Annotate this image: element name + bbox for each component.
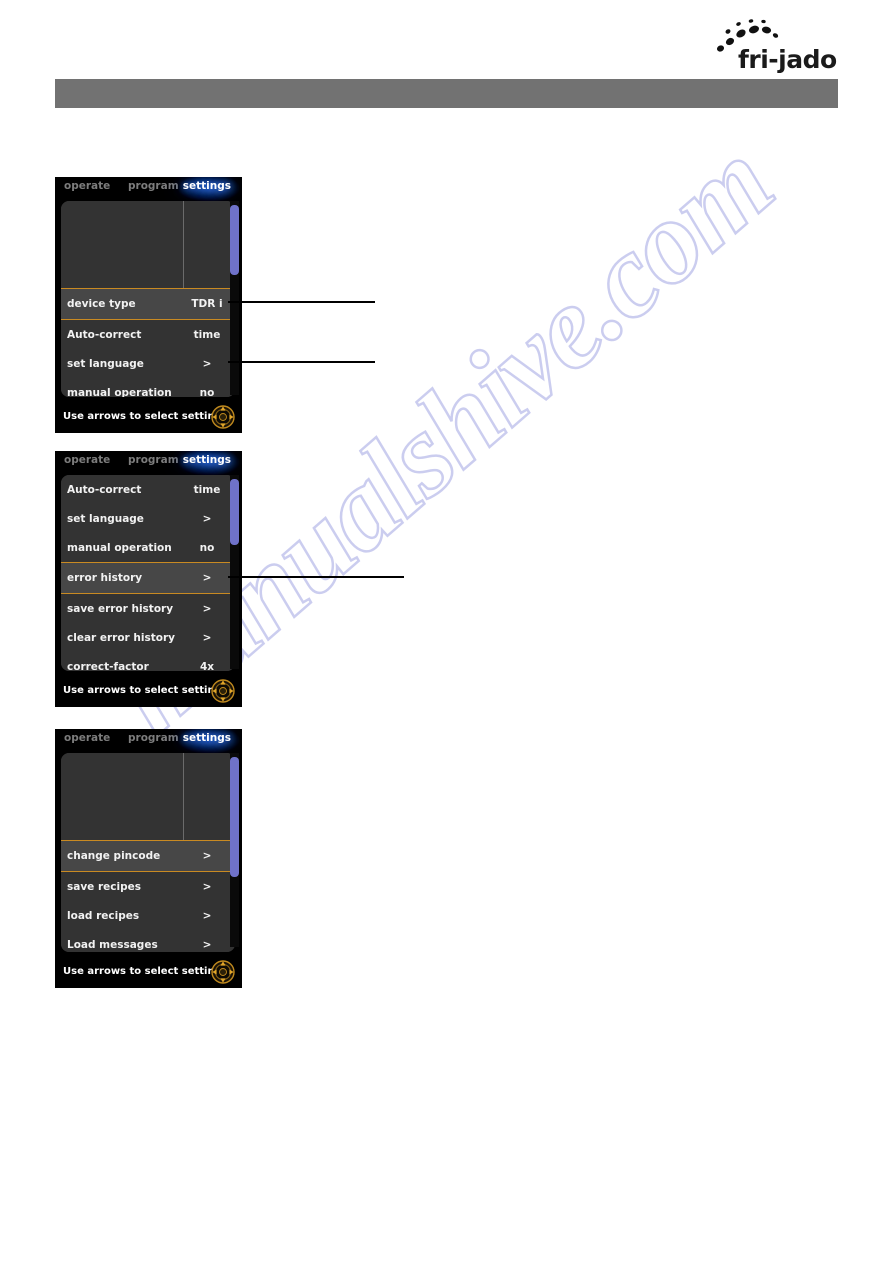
screen-tabbar: operate program settings — [55, 177, 242, 202]
settings-row-label: device type — [67, 298, 136, 310]
settings-row[interactable]: save error history > — [61, 594, 235, 623]
list-scrollbar-track[interactable] — [230, 475, 239, 669]
dpad-navigation-icon[interactable] — [211, 959, 235, 984]
list-scrollbar-track[interactable] — [230, 201, 239, 395]
settings-row[interactable]: manual operation no — [61, 378, 235, 397]
status-hint-text: Use arrows to select setting — [63, 966, 222, 977]
settings-row-label: save recipes — [67, 880, 141, 893]
settings-row[interactable]: set language > — [61, 349, 235, 378]
settings-row-label: Auto-correct — [67, 483, 142, 496]
settings-row-chevron-value: > — [202, 631, 212, 644]
tab-settings[interactable]: settings — [183, 454, 231, 466]
device-screen-3: operate program settings change pincode > sav… — [55, 729, 242, 988]
settings-row-label: correct-factor — [67, 660, 149, 672]
settings-row-chevron-value: > — [202, 938, 212, 951]
tab-operate[interactable]: operate — [64, 454, 110, 466]
settings-row-label: set language — [67, 512, 144, 525]
settings-row-value: no — [199, 386, 215, 398]
settings-row-chevron-value: > — [202, 602, 212, 615]
settings-row[interactable]: manual operation no — [61, 533, 235, 562]
tab-program[interactable]: program — [128, 454, 179, 466]
settings-list: change pincode > save recipes > load recipes… — [61, 753, 235, 952]
dpad-button[interactable] — [211, 959, 235, 984]
screen-tabbar: operate program settings — [55, 729, 242, 754]
dpad-button[interactable] — [211, 404, 235, 429]
settings-row-value: time — [193, 483, 221, 496]
dpad-navigation-icon[interactable] — [211, 404, 235, 429]
settings-row-label: set language — [67, 357, 144, 370]
screen-tabbar: operate program settings — [55, 451, 242, 476]
tab-program[interactable]: program — [128, 180, 179, 192]
settings-row-label: error history — [67, 572, 143, 584]
settings-row-selected[interactable]: change pincode > — [61, 840, 235, 872]
settings-row[interactable]: Load messages > — [61, 930, 235, 952]
settings-row-value: 4x — [199, 660, 215, 672]
settings-row-label: save error history — [67, 602, 174, 615]
callout-error-history — [228, 576, 404, 578]
settings-row[interactable]: set language > — [61, 504, 235, 533]
settings-row-label: Auto-correct — [67, 328, 142, 341]
dpad-navigation-icon[interactable] — [211, 678, 235, 703]
settings-row-chevron-value: > — [202, 880, 212, 893]
tab-settings[interactable]: settings — [183, 180, 231, 192]
settings-row-value: no — [199, 541, 215, 554]
settings-row-chevron-value: > — [202, 850, 212, 862]
list-empty-space — [61, 201, 235, 288]
device-screen-1: operate program settings device type TDR i Au… — [55, 177, 242, 433]
settings-row-label: manual operation — [67, 541, 172, 554]
status-hint-text: Use arrows to select setting — [63, 685, 222, 696]
brand-logo: fri-jado — [716, 18, 846, 76]
screen-statusbar: Use arrows to select setting — [55, 400, 242, 433]
list-scrollbar-thumb[interactable] — [230, 204, 239, 275]
settings-row[interactable]: clear error history > — [61, 623, 235, 652]
tab-settings[interactable]: settings — [183, 732, 231, 744]
settings-row-label: change pincode — [67, 850, 161, 862]
tab-operate[interactable]: operate — [64, 180, 110, 192]
settings-row-label: Load messages — [67, 938, 158, 951]
settings-row-label: clear error history — [67, 631, 175, 644]
list-scrollbar-track[interactable] — [230, 753, 239, 947]
screen-statusbar: Use arrows to select setting — [55, 674, 242, 707]
settings-list: device type TDR i Auto-correct time set lang… — [61, 201, 235, 397]
settings-row-label: manual operation — [67, 386, 172, 398]
settings-row[interactable]: Auto-correct time — [61, 320, 235, 349]
settings-row-selected[interactable]: device type TDR i — [61, 288, 235, 320]
settings-row-value: time — [193, 328, 221, 341]
settings-row-chevron-value: > — [202, 909, 212, 922]
settings-row-value: TDR i — [191, 298, 223, 310]
tab-program[interactable]: program — [128, 732, 179, 744]
callout-device-type — [228, 301, 375, 303]
settings-row-selected[interactable]: error history > — [61, 562, 235, 594]
section-header-bar — [55, 79, 838, 108]
callout-set-language — [228, 361, 375, 363]
settings-row-label: load recipes — [67, 909, 140, 922]
list-empty-space — [61, 753, 235, 840]
status-hint-text: Use arrows to select setting — [63, 411, 222, 422]
screen-statusbar: Use arrows to select setting — [55, 955, 242, 988]
dpad-button[interactable] — [211, 678, 235, 703]
settings-row[interactable]: correct-factor 4x — [61, 652, 235, 671]
settings-row-chevron-value: > — [202, 512, 212, 525]
brand-logo-text: fri-jado — [738, 45, 837, 74]
settings-row[interactable]: load recipes > — [61, 901, 235, 930]
tab-operate[interactable]: operate — [64, 732, 110, 744]
settings-row[interactable]: Auto-correct time — [61, 475, 235, 504]
device-screen-2: operate program settings Auto-correct time se… — [55, 451, 242, 707]
list-scrollbar-thumb[interactable] — [230, 756, 239, 878]
settings-row[interactable]: save recipes > — [61, 872, 235, 901]
settings-row-chevron-value: > — [202, 572, 212, 584]
list-scrollbar-thumb[interactable] — [230, 478, 239, 545]
settings-list: Auto-correct time set language > manual oper… — [61, 475, 235, 671]
settings-row-chevron-value: > — [202, 357, 212, 370]
